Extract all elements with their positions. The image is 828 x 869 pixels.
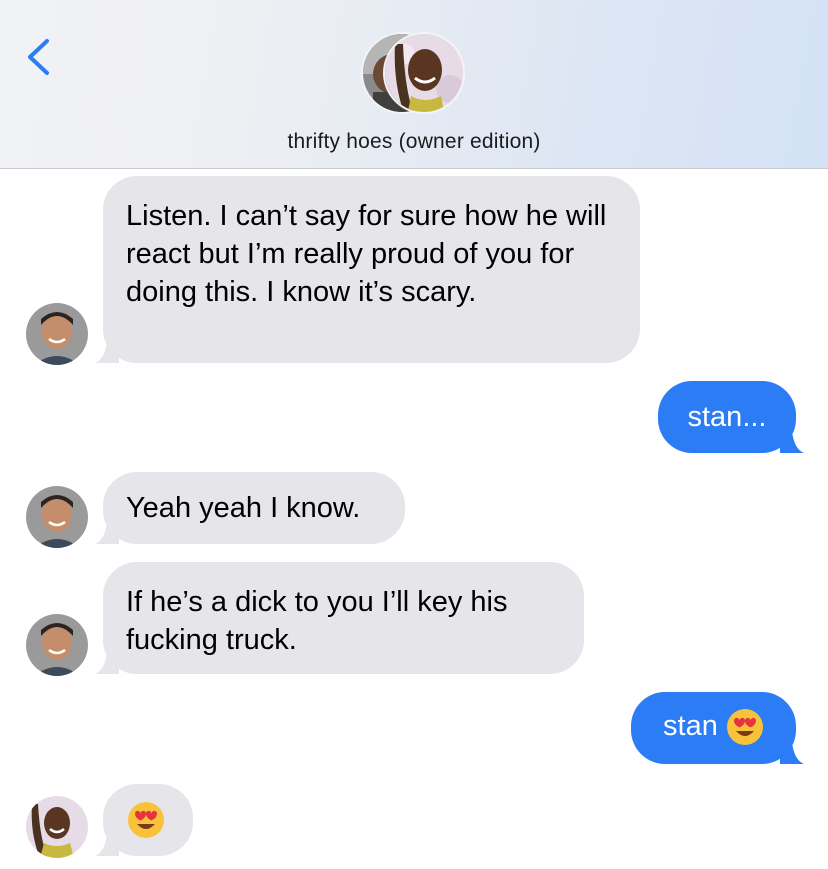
bubble-tail <box>780 431 804 453</box>
message-text: stan... <box>687 401 767 433</box>
incoming-message-bubble[interactable]: Listen. I can’t say for sure how he will… <box>95 176 640 363</box>
message-text-row: stan <box>631 707 796 746</box>
message-text: If he’s a dick to you I’ll key his fucki… <box>126 586 508 656</box>
sender-avatar-man[interactable] <box>26 614 88 676</box>
bubble-tail <box>95 522 119 544</box>
message-text: stan <box>663 710 718 742</box>
conversation-header: thrifty hoes (owner edition) <box>0 0 828 169</box>
outgoing-message-bubble[interactable]: stan <box>631 692 804 764</box>
sender-avatar-man[interactable] <box>26 486 88 548</box>
group-avatar[interactable] <box>361 32 467 116</box>
sender-avatar-man[interactable] <box>26 303 88 365</box>
bubble-tail <box>95 652 119 674</box>
incoming-message-bubble[interactable]: If he’s a dick to you I’ll key his fucki… <box>95 562 584 674</box>
back-button[interactable] <box>22 36 58 78</box>
avatar <box>383 32 465 114</box>
imessage-screen: thrifty hoes (owner edition) Listen. I c… <box>0 0 828 869</box>
group-name[interactable]: thrifty hoes (owner edition) <box>0 130 828 154</box>
bubble-tail <box>780 742 804 764</box>
heart-eyes-emoji-icon <box>726 709 763 746</box>
bubble-tail <box>95 834 119 856</box>
message-text: Listen. I can’t say for sure how he will… <box>126 200 607 308</box>
incoming-message-bubble[interactable] <box>95 784 193 856</box>
incoming-message-bubble[interactable]: Yeah yeah I know. <box>95 472 405 544</box>
chevron-left-icon[interactable] <box>22 36 58 78</box>
sender-avatar-woman[interactable] <box>26 796 88 858</box>
bubble-tail <box>95 341 119 363</box>
outgoing-message-bubble[interactable]: stan... <box>658 381 804 453</box>
message-text: Yeah yeah I know. <box>126 492 361 524</box>
heart-eyes-emoji-icon <box>128 802 164 839</box>
